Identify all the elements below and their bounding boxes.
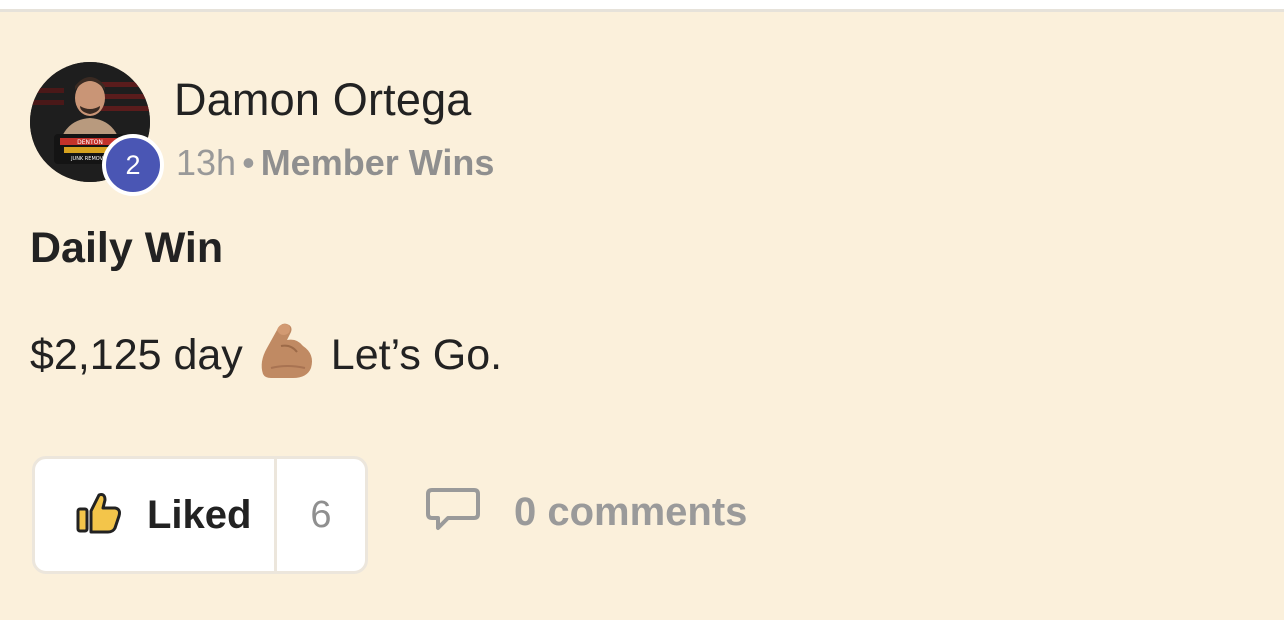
- thumbs-up-icon: [75, 491, 123, 540]
- like-label: Liked: [147, 492, 252, 537]
- author-name[interactable]: Damon Ortega: [174, 74, 472, 126]
- post-meta: 13h • Member Wins: [176, 142, 494, 184]
- post-body-text-end: Let’s Go.: [330, 331, 503, 379]
- comments-count-label: 0 comments: [514, 490, 748, 534]
- post-body-text-start: $2,125 day: [30, 331, 243, 379]
- post-category[interactable]: Member Wins: [261, 142, 495, 183]
- post-title: Daily Win: [30, 224, 224, 272]
- comment-icon: [424, 486, 482, 539]
- level-badge: 2: [102, 134, 164, 196]
- svg-text:DENTON: DENTON: [77, 139, 103, 146]
- flexed-biceps-icon: [257, 318, 317, 393]
- meta-separator: •: [242, 142, 255, 183]
- top-divider: [0, 0, 1284, 12]
- like-button[interactable]: Liked: [35, 459, 277, 571]
- like-count[interactable]: 6: [277, 459, 365, 571]
- comments-button[interactable]: 0 comments: [424, 486, 747, 539]
- like-control: Liked 6: [32, 456, 368, 574]
- post-time: 13h: [176, 142, 237, 183]
- post-body: $2,125 day Let’s Go.: [30, 318, 502, 393]
- post-card: DENTON JUNK REMOVAL 2 Damon Ortega 13h • M…: [0, 12, 1284, 620]
